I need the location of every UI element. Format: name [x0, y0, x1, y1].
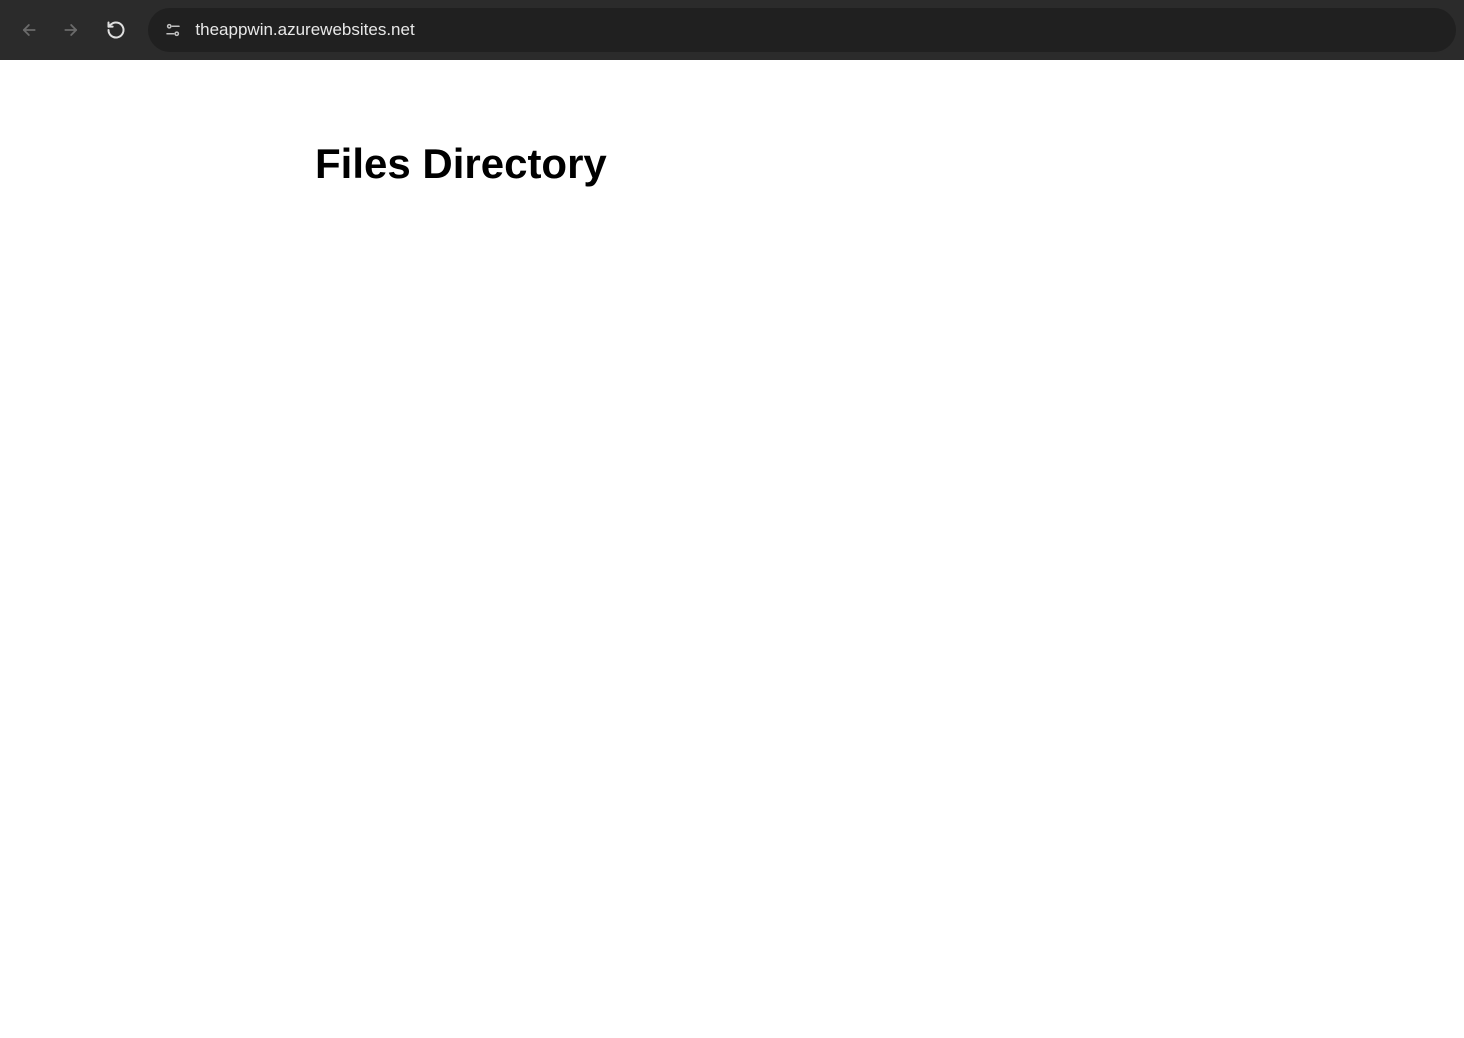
page-title: Files Directory — [315, 140, 1464, 188]
reload-button[interactable] — [96, 10, 136, 50]
page-content: Files Directory — [0, 60, 1464, 188]
forward-button[interactable] — [52, 10, 92, 50]
back-button[interactable] — [8, 10, 48, 50]
url-text[interactable]: theappwin.azurewebsites.net — [195, 20, 1442, 40]
browser-toolbar: theappwin.azurewebsites.net — [0, 0, 1464, 60]
address-bar[interactable]: theappwin.azurewebsites.net — [148, 8, 1456, 52]
site-settings-icon[interactable] — [162, 19, 183, 41]
